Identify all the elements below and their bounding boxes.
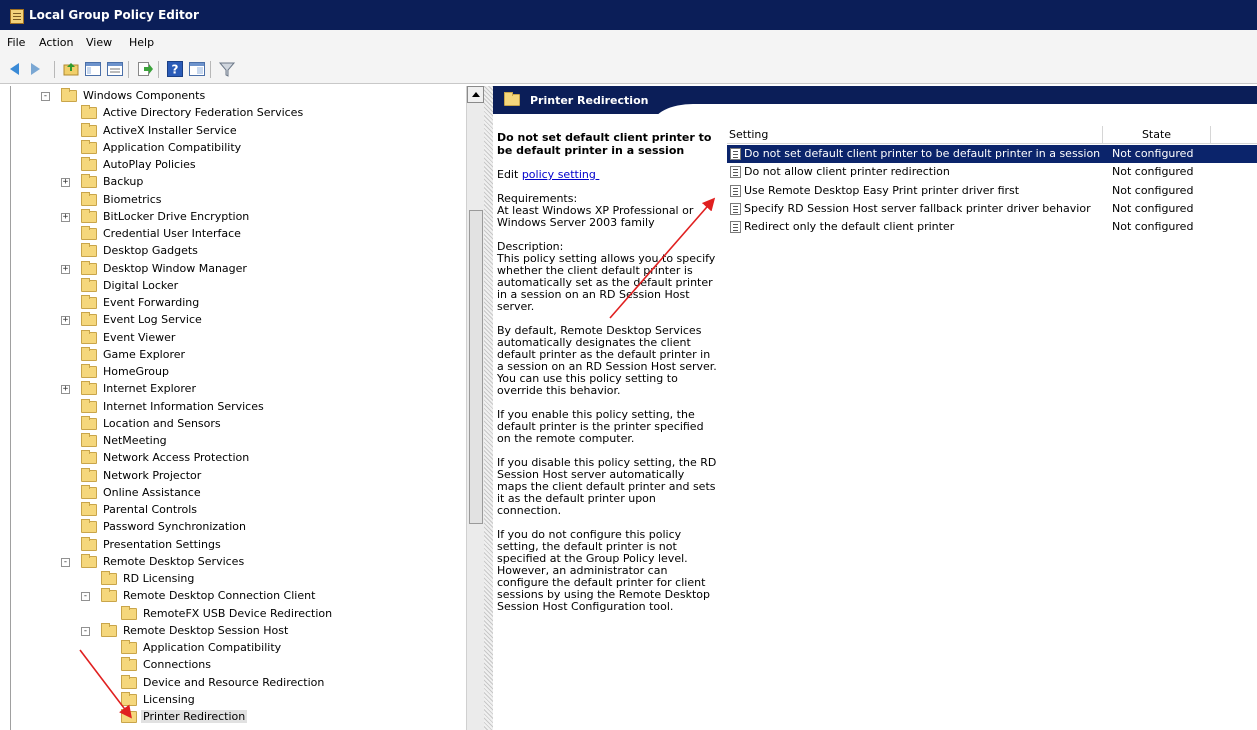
annotation-overlay	[79, 197, 716, 719]
annotation-arrow-list	[609, 197, 716, 319]
annotation-arrow-tree	[79, 649, 132, 719]
